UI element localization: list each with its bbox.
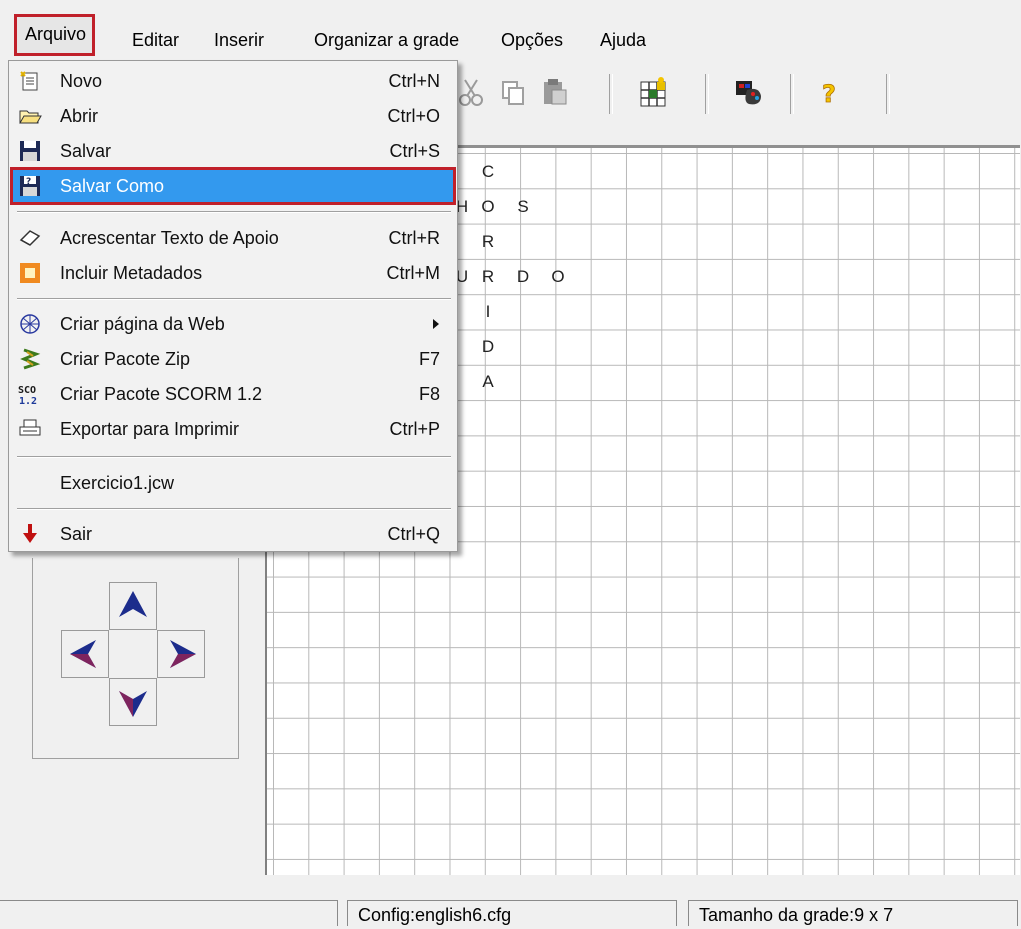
- toolbar-separator: [609, 74, 613, 114]
- move-down-button[interactable]: [109, 678, 157, 726]
- palette-icon[interactable]: [733, 76, 765, 110]
- svg-text:?: ?: [26, 177, 31, 187]
- grid-cell-letter[interactable]: R: [478, 232, 498, 252]
- status-pane-empty: [0, 900, 338, 926]
- menu-item-label: Exercicio1.jcw: [60, 473, 175, 493]
- menu-item-label: Acrescentar Texto de Apoio: [60, 228, 279, 248]
- toolbar-separator: [886, 74, 890, 114]
- menu-item-label: Sair: [60, 524, 93, 544]
- right-arrow-icon: [170, 640, 196, 668]
- menu-item-label: Salvar: [60, 141, 112, 161]
- eraser-icon: [19, 230, 41, 246]
- menu-item-exportar-imprimir[interactable]: Exportar para Imprimir Ctrl+P: [12, 412, 454, 446]
- menu-item-shortcut: Ctrl+S: [389, 141, 440, 161]
- status-config: Config:english6.cfg: [347, 900, 677, 926]
- menu-item-shortcut: F7: [418, 349, 440, 369]
- menu-separator: [17, 298, 451, 300]
- grid-cell-letter[interactable]: D: [513, 267, 533, 287]
- status-grid-size: Tamanho da grade:9 x 7: [688, 900, 1018, 926]
- menu-separator: [17, 508, 451, 510]
- left-arrow-icon: [70, 640, 96, 668]
- menu-inserir[interactable]: Inserir: [214, 30, 264, 60]
- grid-cell-letter[interactable]: A: [478, 372, 498, 392]
- paste-icon[interactable]: [538, 76, 570, 110]
- grid-cell-letter[interactable]: D: [478, 337, 498, 357]
- printer-icon: [19, 419, 41, 436]
- menu-item-recent-file[interactable]: Exercicio1.jcw: [12, 466, 454, 500]
- grid-cell-letter[interactable]: O: [548, 267, 568, 287]
- menu-opcoes[interactable]: Opções: [501, 30, 563, 60]
- menu-item-sair[interactable]: Sair Ctrl+Q: [12, 517, 454, 551]
- menu-item-criar-pacote-scorm[interactable]: SCO 1.2 Criar Pacote SCORM 1.2 F8: [12, 377, 454, 411]
- menu-item-acrescentar-texto[interactable]: Acrescentar Texto de Apoio Ctrl+R: [12, 221, 454, 255]
- web-icon: [20, 314, 40, 334]
- metadata-icon: [20, 263, 40, 283]
- menu-item-shortcut: Ctrl+Q: [387, 524, 440, 544]
- grid-cell-letter[interactable]: R: [478, 267, 498, 287]
- menu-item-shortcut: Ctrl+N: [388, 71, 440, 91]
- down-arrow-icon: [119, 691, 147, 717]
- grid-fill-icon[interactable]: [637, 76, 669, 110]
- menu-item-criar-pagina-web[interactable]: Criar página da Web: [12, 307, 454, 341]
- save-as-icon: ?: [20, 176, 40, 196]
- status-bar: Config:english6.cfg Tamanho da grade:9 x…: [0, 894, 1021, 926]
- menu-item-label: Abrir: [60, 106, 99, 126]
- menu-item-shortcut: Ctrl+O: [387, 106, 440, 126]
- move-up-button[interactable]: [109, 582, 157, 630]
- svg-text:?: ?: [822, 80, 836, 108]
- move-right-button[interactable]: [157, 630, 205, 678]
- exit-arrow-icon: [23, 524, 37, 543]
- menu-item-shortcut: F8: [418, 384, 440, 404]
- grid-cell-letter[interactable]: C: [478, 162, 498, 182]
- grid-cell-letter[interactable]: S: [513, 197, 533, 217]
- menu-item-incluir-metadados[interactable]: Incluir Metadados Ctrl+M: [12, 256, 454, 290]
- menu-item-salvar-como[interactable]: ? Salvar Como: [10, 167, 456, 205]
- menu-item-label: Exportar para Imprimir: [60, 419, 240, 439]
- menu-item-shortcut: Ctrl+R: [388, 228, 440, 248]
- menu-item-abrir[interactable]: Abrir Ctrl+O: [12, 99, 454, 133]
- menu-arquivo[interactable]: Arquivo: [14, 14, 96, 56]
- menu-item-label: Criar Pacote SCORM 1.2: [60, 384, 263, 404]
- scorm-icon: SCO 1.2: [18, 385, 37, 405]
- menu-item-label: Salvar Como: [60, 176, 165, 196]
- grid-cell-letter[interactable]: I: [478, 302, 498, 322]
- menu-item-shortcut: Ctrl+M: [386, 263, 441, 283]
- toolbar-separator: [705, 74, 709, 114]
- file-menu-dropdown: Novo Ctrl+N Abrir Ctrl+O Salvar Ctrl+S ?…: [8, 60, 458, 552]
- menu-item-label: Criar página da Web: [60, 314, 225, 334]
- grid-cell-letter[interactable]: O: [478, 197, 498, 217]
- svg-text:1.2: 1.2: [19, 396, 37, 405]
- menu-separator: [17, 456, 451, 458]
- new-document-icon: [20, 71, 38, 91]
- save-disk-icon: [20, 141, 40, 161]
- menu-organizar-a-grade[interactable]: Organizar a grade: [314, 30, 459, 60]
- menu-editar[interactable]: Editar: [132, 30, 179, 60]
- submenu-arrow-icon: [433, 319, 439, 329]
- copy-icon[interactable]: [497, 76, 529, 110]
- menu-bar: Arquivo Editar Inserir Organizar a grade…: [0, 0, 1021, 60]
- menu-item-novo[interactable]: Novo Ctrl+N: [12, 64, 454, 98]
- cut-icon[interactable]: [455, 76, 487, 110]
- zip-icon: [20, 348, 41, 370]
- menu-item-shortcut: Ctrl+P: [389, 419, 440, 439]
- move-left-button[interactable]: [61, 630, 109, 678]
- menu-separator: [17, 211, 451, 213]
- svg-text:SCO: SCO: [18, 385, 36, 396]
- help-icon[interactable]: ?: [812, 76, 844, 110]
- menu-item-salvar[interactable]: Salvar Ctrl+S: [12, 134, 454, 168]
- up-arrow-icon: [119, 591, 147, 617]
- menu-ajuda[interactable]: Ajuda: [600, 30, 646, 60]
- navigation-panel: [32, 558, 239, 759]
- menu-item-label: Criar Pacote Zip: [60, 349, 191, 369]
- toolbar-separator: [790, 74, 794, 114]
- open-folder-icon: [19, 110, 42, 124]
- menu-item-label: Novo: [60, 71, 103, 91]
- menu-item-label: Incluir Metadados: [60, 263, 203, 283]
- menu-item-criar-pacote-zip[interactable]: Criar Pacote Zip F7: [12, 342, 454, 376]
